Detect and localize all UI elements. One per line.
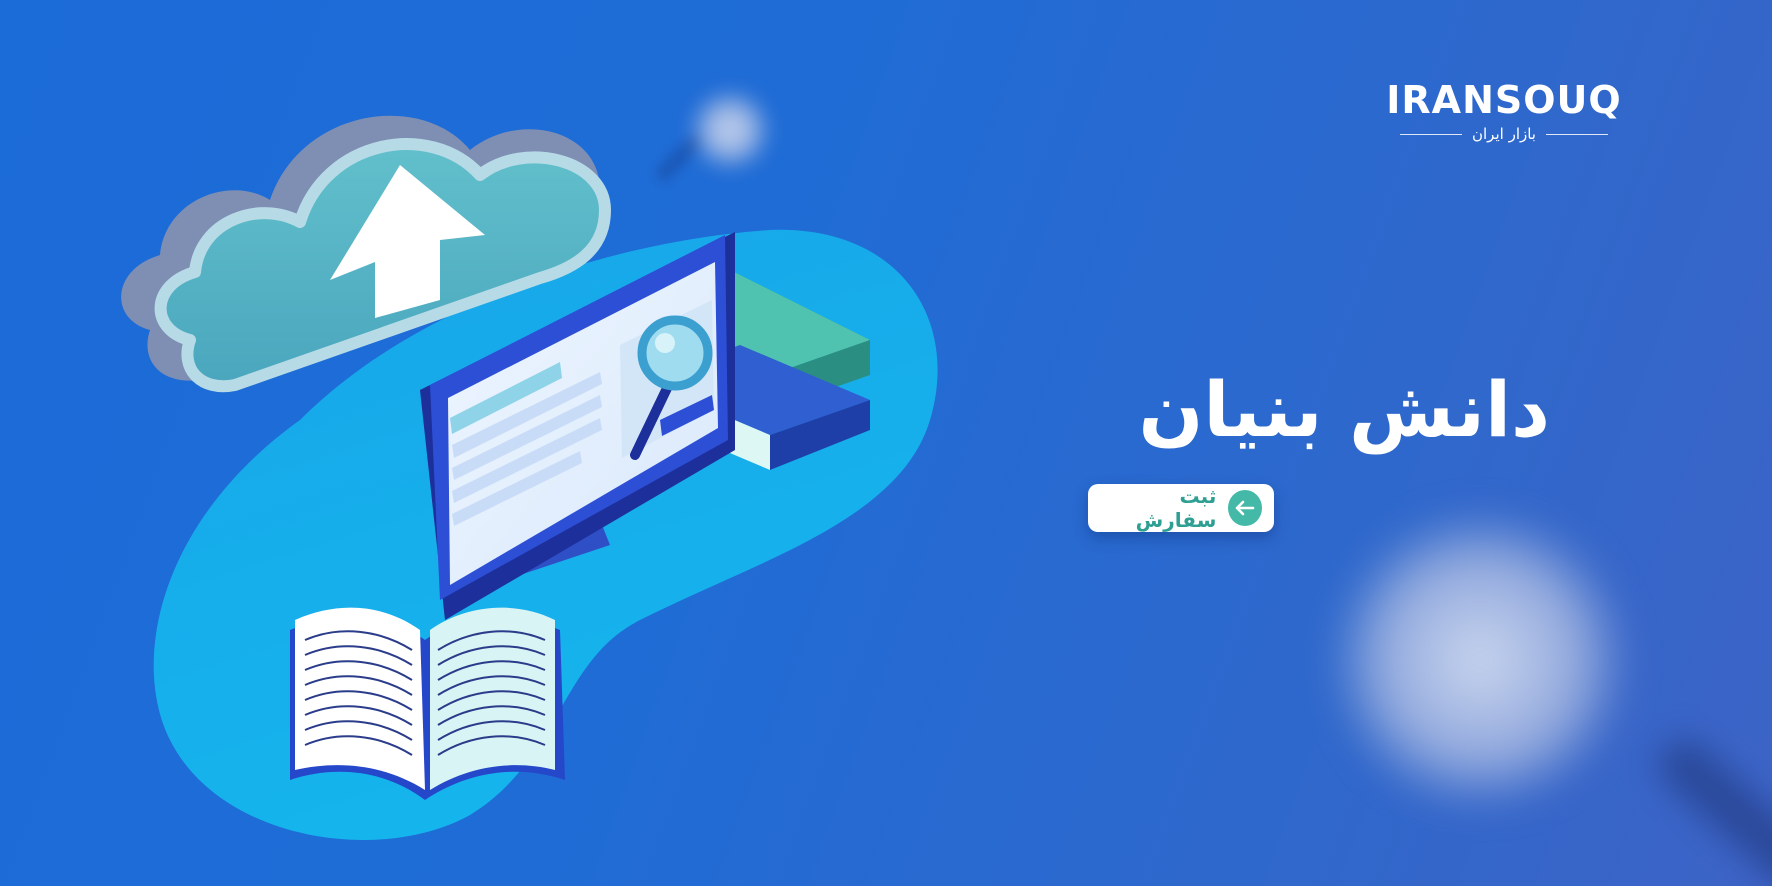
order-button-label: ثبت سفارش xyxy=(1135,484,1217,532)
isometric-illustration xyxy=(121,115,938,841)
banner: IRANSOUQ بازار ایران دانش بنیان ثبت سفار… xyxy=(0,0,1772,886)
logo-divider-left xyxy=(1400,133,1462,135)
arrow-left-icon xyxy=(1228,490,1262,526)
order-button[interactable]: ثبت سفارش xyxy=(1088,484,1274,532)
blurred-magnifier-handle-large xyxy=(1648,729,1772,886)
headline: دانش بنیان xyxy=(1138,365,1550,454)
blurred-magnifier-large xyxy=(1330,510,1630,810)
logo-divider-right xyxy=(1545,133,1608,135)
logo-subtitle-row: بازار ایران xyxy=(1370,124,1638,144)
logo: IRANSOUQ بازار ایران xyxy=(1370,78,1638,152)
logo-subtitle: بازار ایران xyxy=(1472,125,1536,143)
logo-wordmark: IRANSOUQ xyxy=(1386,78,1622,122)
